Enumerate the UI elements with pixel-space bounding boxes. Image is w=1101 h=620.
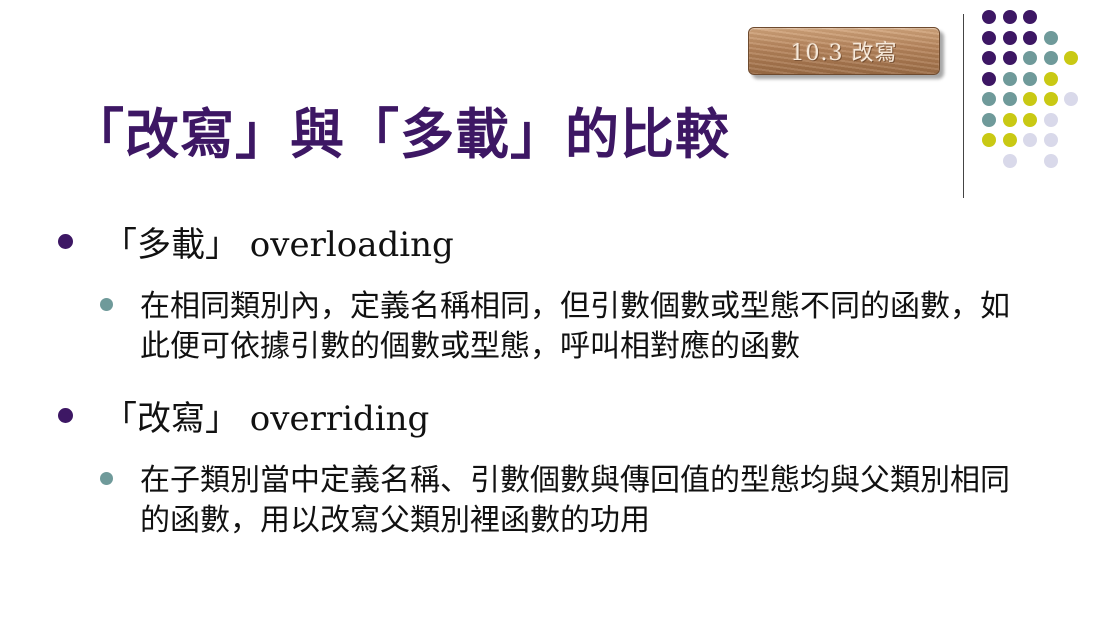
decorative-dot [982,71,996,86]
decorative-dot [1002,30,1017,45]
decorative-dot [982,30,996,45]
decorative-dot [1043,30,1058,45]
sub-bullet-overloading: 在相同類別內，定義名稱相同，但引數個數或型態不同的函數，如此便可依據引數的個數或… [100,287,1040,367]
slide-title: 「改寫」與「多載」的比較 [70,103,730,166]
decorative-dot [1023,10,1037,24]
decorative-dot [982,133,996,147]
sub-bullet-overriding: 在子類別當中定義名稱、引數個數與傳回值的型態均與父類別相同的函數，用以改寫父類別… [100,461,1040,541]
section-tag-label: 10.3 改寫 [790,41,898,66]
bullet-label: 「改寫」 overriding [103,399,430,439]
decorative-dot [1023,51,1037,65]
decorative-dot-grid [982,10,1092,180]
sub-bullet-text: 在相同類別內，定義名稱相同，但引數個數或型態不同的函數，如此便可依據引數的個數或… [140,289,1010,364]
decorative-dot [1043,153,1058,168]
bullet-overriding: 「改寫」 overriding [58,391,429,440]
decorative-dot [1023,133,1037,147]
bullet-marker [58,408,73,423]
sub-bullet-marker [100,298,113,311]
bullet-overloading: 「多載」 overloading [58,217,454,266]
decorative-dot [1023,71,1037,86]
decorative-dot [982,112,996,127]
decorative-dot [1043,112,1058,127]
decorative-dot [1064,92,1078,106]
decorative-dot [1043,71,1058,86]
decorative-dot [1043,51,1058,65]
decorative-dot [982,51,996,65]
slide: 10.3 改寫 「改寫」與「多載」的比較 「多載」 overloading 在相… [0,0,1101,620]
decorative-dot [1023,30,1037,45]
decorative-dot [1023,92,1037,106]
sub-bullet-text: 在子類別當中定義名稱、引數個數與傳回值的型態均與父類別相同的函數，用以改寫父類別… [140,463,1010,538]
decorative-dot [1043,133,1058,147]
decorative-dot [1023,112,1037,127]
decorative-dot [1002,112,1017,127]
bullet-marker [58,234,73,249]
decorative-dot [1002,51,1017,65]
decorative-dot [1043,92,1058,106]
decorative-dot [1002,92,1017,106]
section-tag: 10.3 改寫 [748,27,940,75]
decorative-dot [1002,10,1017,24]
vertical-divider [963,14,964,198]
bullet-label: 「多載」 overloading [103,225,454,265]
decorative-dot [1002,71,1017,86]
decorative-dot [1002,153,1017,168]
sub-bullet-marker [100,472,113,485]
decorative-dot [982,92,996,106]
decorative-dot [1002,133,1017,147]
decorative-dot [1064,51,1078,65]
decorative-dot [982,10,996,24]
